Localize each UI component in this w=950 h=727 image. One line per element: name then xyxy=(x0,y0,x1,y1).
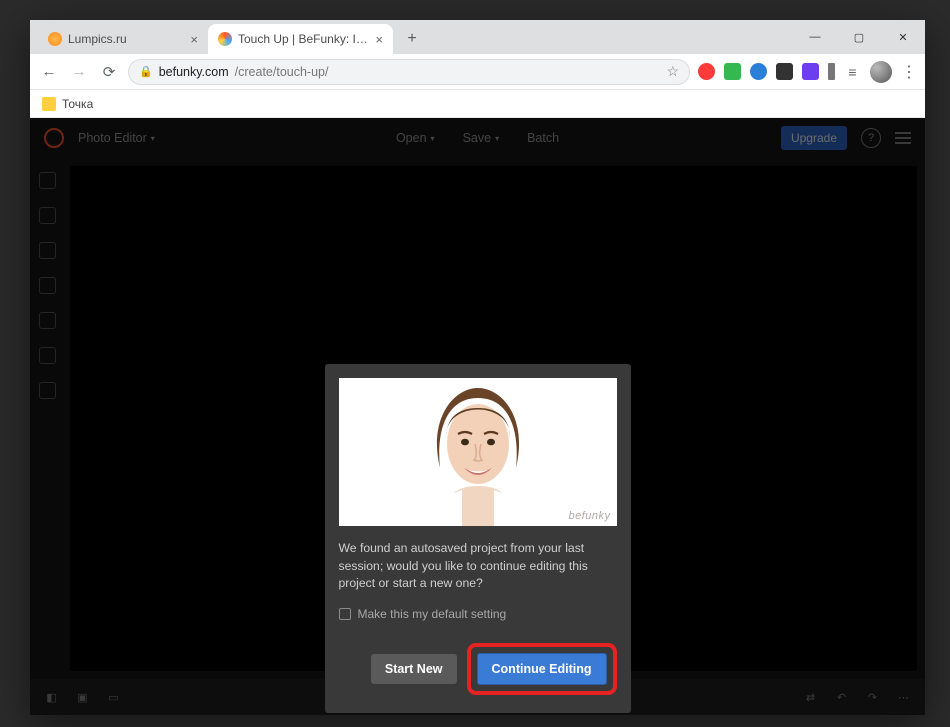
save-menu[interactable]: Save▾ xyxy=(463,131,500,145)
rail-tool-icon[interactable] xyxy=(39,312,56,329)
annotation-highlight: Continue Editing xyxy=(467,643,617,695)
main-menu-button[interactable] xyxy=(895,132,911,144)
redo-button[interactable]: ↷ xyxy=(865,690,880,705)
url-host: befunky.com xyxy=(159,65,229,79)
checkbox-icon[interactable] xyxy=(339,608,351,620)
rail-tool-icon[interactable] xyxy=(39,242,56,259)
url-path: /create/touch-up/ xyxy=(235,65,329,79)
tab-lumpics[interactable]: Lumpics.ru × xyxy=(38,24,208,54)
rail-tool-icon[interactable] xyxy=(39,382,56,399)
upgrade-button[interactable]: Upgrade xyxy=(781,126,847,150)
tool-rail xyxy=(30,158,64,679)
rail-tool-icon[interactable] xyxy=(39,172,56,189)
watermark-text: befunky xyxy=(568,510,610,522)
compare-icon[interactable]: ▣ xyxy=(75,690,90,705)
undo-button[interactable]: ↶ xyxy=(834,690,849,705)
nav-reload-button[interactable]: ⟳ xyxy=(98,61,120,83)
bookmark-star-icon[interactable]: ☆ xyxy=(666,63,679,80)
extension-icon[interactable] xyxy=(776,63,793,80)
chevron-down-icon: ▾ xyxy=(431,134,435,143)
browser-toolbar: ← → ⟳ 🔒 befunky.com/create/touch-up/ ☆ ≡… xyxy=(30,54,925,90)
start-new-button[interactable]: Start New xyxy=(371,654,457,684)
batch-label: Batch xyxy=(527,131,559,145)
bookmarks-bar: Точка xyxy=(30,90,925,118)
lock-icon: 🔒 xyxy=(139,65,153,78)
loop-icon[interactable]: ⇄ xyxy=(803,690,818,705)
extension-icon[interactable] xyxy=(698,63,715,80)
close-window-button[interactable]: ✕ xyxy=(881,20,925,54)
address-bar[interactable]: 🔒 befunky.com/create/touch-up/ ☆ xyxy=(128,59,690,85)
rail-tool-icon[interactable] xyxy=(39,347,56,364)
rail-tool-icon[interactable] xyxy=(39,277,56,294)
minimize-button[interactable]: — xyxy=(793,20,837,54)
reading-list-icon[interactable]: ≡ xyxy=(844,63,861,80)
portrait-image xyxy=(398,378,558,526)
app-logo-icon xyxy=(44,128,64,148)
browser-menu-button[interactable]: ⋮ xyxy=(901,62,917,82)
tab-befunky[interactable]: Touch Up | BeFunky: Image Reto… × xyxy=(208,24,393,54)
extension-icon[interactable] xyxy=(828,63,835,80)
chevron-down-icon: ▾ xyxy=(151,134,155,143)
continue-editing-button[interactable]: Continue Editing xyxy=(477,653,607,685)
close-tab-icon[interactable]: × xyxy=(375,32,383,47)
app-header: Photo Editor ▾ Open▾ Save▾ Batch Upgrade… xyxy=(30,118,925,158)
open-label: Open xyxy=(396,131,427,145)
bookmark-folder-icon xyxy=(42,97,56,111)
extension-icon[interactable] xyxy=(802,63,819,80)
chevron-down-icon: ▾ xyxy=(495,134,499,143)
default-setting-checkbox-row[interactable]: Make this my default setting xyxy=(339,607,617,621)
extension-icon[interactable] xyxy=(750,63,767,80)
autosave-modal: befunky We found an autosaved project fr… xyxy=(325,364,631,713)
bookmark-item[interactable]: Точка xyxy=(62,97,93,111)
editor-mode-label: Photo Editor xyxy=(78,131,147,145)
browser-window: Lumpics.ru × Touch Up | BeFunky: Image R… xyxy=(30,20,925,715)
app-viewport: Photo Editor ▾ Open▾ Save▾ Batch Upgrade… xyxy=(30,118,925,715)
help-button[interactable]: ? xyxy=(861,128,881,148)
nav-back-button[interactable]: ← xyxy=(38,61,60,83)
window-controls: — ▢ ✕ xyxy=(793,20,925,54)
tab-strip: Lumpics.ru × Touch Up | BeFunky: Image R… xyxy=(30,20,925,54)
nav-forward-button[interactable]: → xyxy=(68,61,90,83)
extensions-tray: ≡ ⋮ xyxy=(698,61,917,83)
save-label: Save xyxy=(463,131,492,145)
maximize-button[interactable]: ▢ xyxy=(837,20,881,54)
more-icon[interactable]: ⋯ xyxy=(896,690,911,705)
tab-title: Touch Up | BeFunky: Image Reto… xyxy=(238,32,369,46)
layers-icon[interactable]: ◧ xyxy=(44,690,59,705)
header-center-group: Open▾ Save▾ Batch xyxy=(396,131,559,145)
profile-avatar[interactable] xyxy=(870,61,892,83)
checkbox-label: Make this my default setting xyxy=(358,607,507,621)
favicon-lumpics xyxy=(48,32,62,46)
rail-tool-icon[interactable] xyxy=(39,207,56,224)
open-menu[interactable]: Open ▾ xyxy=(396,131,435,145)
extension-icon[interactable] xyxy=(724,63,741,80)
batch-button[interactable]: Batch xyxy=(527,131,559,145)
history-icon[interactable]: ▭ xyxy=(106,690,121,705)
new-tab-button[interactable]: + xyxy=(399,26,425,52)
modal-button-row: Start New Continue Editing xyxy=(339,643,617,695)
editor-mode-dropdown[interactable]: Photo Editor ▾ xyxy=(78,131,155,145)
modal-message: We found an autosaved project from your … xyxy=(339,540,617,593)
favicon-befunky xyxy=(218,32,232,46)
header-right-group: Upgrade ? xyxy=(781,126,911,150)
tab-title: Lumpics.ru xyxy=(68,32,184,46)
project-thumbnail: befunky xyxy=(339,378,617,526)
close-tab-icon[interactable]: × xyxy=(190,32,198,47)
